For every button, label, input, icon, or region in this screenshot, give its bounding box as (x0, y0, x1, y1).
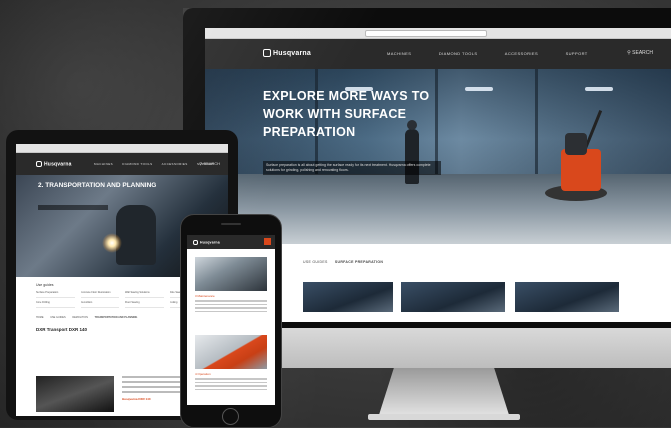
phone-device: Husqvarna 3 Maintenance 4 Operation (180, 214, 282, 428)
husqvarna-logo-icon (263, 49, 271, 57)
brand-logo[interactable]: Husqvarna (193, 240, 220, 245)
brand-logo[interactable]: Husqvarna (263, 49, 311, 57)
home-button[interactable] (222, 408, 239, 425)
hall-beam (535, 69, 538, 179)
site-header: Husqvarna MACHINES DIAMOND TOOLS ACCESSO… (16, 153, 228, 175)
article-summary: Husqvarna DXR 140 (122, 376, 182, 401)
card-image (195, 335, 267, 369)
hero-lead-text: Surface preparation is all about getting… (263, 161, 441, 175)
ceiling-light (465, 87, 493, 91)
card-image (195, 257, 267, 291)
breadcrumb-item[interactable]: HOME (36, 316, 44, 319)
search-button[interactable]: ⚲ SEARCH (199, 161, 220, 166)
hero-worker-figure (116, 205, 156, 265)
monitor-stand (378, 368, 510, 418)
menu-item[interactable]: Floor Sawing (125, 301, 164, 308)
search-icon: ⚲ (199, 161, 203, 166)
menu-item[interactable]: Demolition (80, 301, 119, 308)
breadcrumb-item[interactable]: DEMOLITION (72, 316, 88, 319)
card-label: 3 Maintenance (195, 294, 215, 298)
hero-title: EXPLORE MORE WAYS TO WORK WITH SURFACE P… (263, 89, 430, 139)
hero-title: 2. TRANSPORTATION AND PLANNING (38, 182, 157, 189)
nav-link-diamond-tools[interactable]: DIAMOND TOOLS (439, 51, 478, 56)
content-thumbnail[interactable] (303, 282, 393, 312)
phone-speaker (221, 223, 241, 225)
floor-grinder-image (545, 110, 615, 209)
hero-caption-bar (38, 205, 108, 210)
content-card[interactable]: 4 Operation (195, 335, 267, 390)
menu-icon[interactable] (264, 238, 271, 245)
browser-chrome (205, 28, 671, 44)
husqvarna-logo-icon (193, 240, 198, 245)
site-header: Husqvarna MACHINES DIAMOND TOOLS ACCESSO… (205, 39, 671, 69)
phone-screen: Husqvarna 3 Maintenance 4 Operation (187, 235, 275, 405)
brand-logo[interactable]: Husqvarna (36, 161, 72, 167)
welding-spark (102, 233, 122, 253)
nav-link-machines[interactable]: MACHINES (387, 51, 411, 56)
menu-item[interactable]: Surface Preparation (36, 291, 75, 298)
breadcrumb: USE GUIDES SURFACE PREPARATION (303, 260, 389, 264)
card-label: 4 Operation (195, 372, 211, 376)
main-nav: MACHINES DIAMOND TOOLS ACCESSORIES SUPPO… (387, 51, 614, 56)
menu-item[interactable]: Core Drilling (36, 301, 75, 308)
nav-link-accessories[interactable]: ACCESSORIES (162, 162, 188, 166)
nav-link-accessories[interactable]: ACCESSORIES (505, 51, 538, 56)
breadcrumb-item[interactable]: TRANSPORTATION AND PLANNING (95, 316, 138, 319)
nav-link-support[interactable]: SUPPORT (566, 51, 588, 56)
content-card[interactable]: 3 Maintenance (195, 257, 267, 312)
nav-link-diamond-tools[interactable]: DIAMOND TOOLS (122, 162, 152, 166)
address-bar[interactable] (365, 30, 487, 37)
search-icon: ⚲ (627, 50, 631, 56)
monitor-stand-foot (368, 414, 520, 420)
menu-item[interactable]: Concrete Floor Restoration (80, 291, 119, 298)
browser-chrome (16, 144, 228, 160)
nav-link-machines[interactable]: MACHINES (94, 162, 113, 166)
content-thumbnail[interactable] (401, 282, 505, 312)
breadcrumb-item[interactable]: USE GUIDES (303, 260, 328, 264)
husqvarna-logo-icon (36, 161, 42, 167)
content-thumbnail[interactable] (515, 282, 619, 312)
ceiling-light (585, 87, 613, 91)
menu-item[interactable]: Wall Sawing Solutions (125, 291, 164, 298)
article-link[interactable]: Husqvarna DXR 140 (122, 397, 182, 401)
breadcrumb-item[interactable]: USE GUIDES (50, 316, 65, 319)
site-header: Husqvarna (187, 235, 275, 249)
search-button[interactable]: ⚲ SEARCH (627, 50, 653, 56)
breadcrumb-item[interactable]: SURFACE PREPARATION (335, 260, 383, 264)
article-image[interactable] (36, 376, 114, 412)
